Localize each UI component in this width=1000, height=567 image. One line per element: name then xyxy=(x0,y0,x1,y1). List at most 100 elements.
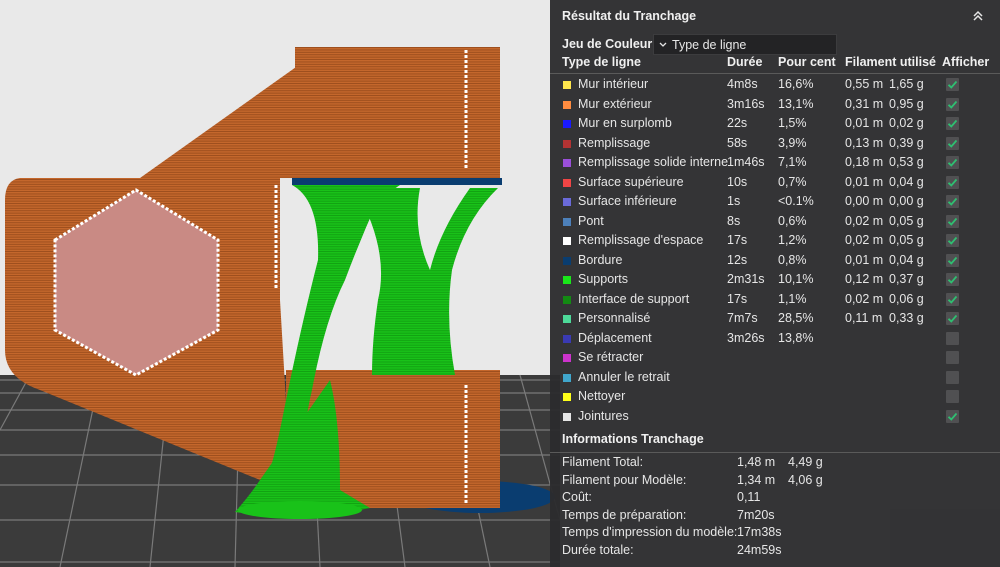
info-value: 24m59s xyxy=(737,542,782,557)
table-row: Mur en surplomb 22s 1,5% 0,01 m 0,02 g xyxy=(550,114,1000,134)
duration-cell: 3m26s xyxy=(727,330,765,345)
header-percent: Pour cent xyxy=(778,55,836,69)
show-checkbox[interactable] xyxy=(946,214,959,228)
show-checkbox[interactable] xyxy=(946,351,959,364)
chevron-down-icon xyxy=(654,41,672,49)
filament-weight-cell: 0,00 g xyxy=(889,194,924,208)
table-row: Personnalisé 7m7s 28,5% 0,11 m 0,33 g xyxy=(550,309,1000,329)
checkmark-icon xyxy=(947,275,958,284)
show-checkbox[interactable] xyxy=(946,117,959,130)
line-type-table: Mur intérieur 4m8s 16,6% 0,55 m 1,65 g Mur ex… xyxy=(550,75,1000,426)
percent-cell: 28,5% xyxy=(778,311,814,325)
percent-cell: 13,1% xyxy=(778,96,814,111)
color-swatch xyxy=(563,198,571,206)
show-checkbox[interactable] xyxy=(946,331,959,345)
show-checkbox[interactable] xyxy=(946,409,959,423)
table-row: Déplacement 3m26s 13,8% xyxy=(550,329,1000,349)
duration-cell: 22s xyxy=(727,116,748,130)
color-swatch xyxy=(563,139,571,148)
checkmark-icon xyxy=(947,295,958,304)
info-label: Filament Total: xyxy=(562,455,644,469)
info-row: Temps de préparation: 7m20s xyxy=(550,507,1000,525)
color-swatch xyxy=(563,393,571,401)
slice-result-panel: Résultat du Tranchage Jeu de Couleur Typ… xyxy=(550,0,1000,567)
color-swatch xyxy=(563,159,571,167)
color-swatch xyxy=(563,237,571,245)
show-checkbox[interactable] xyxy=(946,175,959,189)
color-swatch xyxy=(563,120,571,128)
show-checkbox[interactable] xyxy=(946,370,959,384)
filament-weight-cell: 0,02 g xyxy=(889,116,924,130)
filament-weight-cell: 0,39 g xyxy=(889,135,924,150)
color-swatch xyxy=(563,373,571,382)
checkmark-icon xyxy=(947,100,958,109)
filament-length-cell: 0,31 m xyxy=(845,96,884,111)
table-row: Jointures xyxy=(550,407,1000,427)
color-scheme-dropdown[interactable]: Type de ligne xyxy=(653,34,837,55)
panel-title: Résultat du Tranchage xyxy=(562,9,697,23)
line-type-name: Surface supérieure xyxy=(578,174,684,189)
color-swatch xyxy=(563,100,571,109)
show-checkbox[interactable] xyxy=(946,156,959,169)
header-filament: Filament utilisé xyxy=(845,55,936,69)
filament-weight-cell: 0,04 g xyxy=(889,252,924,267)
color-swatch xyxy=(563,295,571,304)
line-type-name: Mur intérieur xyxy=(578,77,649,91)
table-row: Se rétracter xyxy=(550,348,1000,368)
collapse-button[interactable] xyxy=(968,7,988,25)
filament-weight-cell: 0,37 g xyxy=(889,272,924,286)
info-row: Temps d'impression du modèle: 17m38s xyxy=(550,524,1000,542)
info-value-secondary: 4,49 g xyxy=(788,455,823,469)
show-checkbox[interactable] xyxy=(946,390,959,403)
color-swatch xyxy=(563,334,571,343)
show-checkbox[interactable] xyxy=(946,195,959,208)
filament-length-cell: 0,00 m xyxy=(845,194,884,208)
info-label: Coût: xyxy=(562,490,592,505)
info-label: Durée totale: xyxy=(562,542,634,557)
filament-weight-cell: 0,95 g xyxy=(889,96,924,111)
checkmark-icon xyxy=(947,412,958,421)
color-swatch xyxy=(563,276,571,284)
line-type-name: Se rétracter xyxy=(578,350,644,364)
table-row: Surface supérieure 10s 0,7% 0,01 m 0,04 g xyxy=(550,173,1000,193)
filament-length-cell: 0,02 m xyxy=(845,213,884,228)
show-checkbox[interactable] xyxy=(946,253,959,267)
line-type-name: Pont xyxy=(578,213,604,228)
color-swatch xyxy=(563,178,571,187)
color-scheme-label: Jeu de Couleur xyxy=(562,37,653,51)
chevron-up-double-icon xyxy=(973,10,983,21)
percent-cell: 0,7% xyxy=(778,174,807,189)
percent-cell: 16,6% xyxy=(778,77,814,91)
color-swatch xyxy=(563,412,571,421)
checkmark-icon xyxy=(947,314,958,323)
line-type-name: Jointures xyxy=(578,408,629,423)
table-row: Annuler le retrait xyxy=(550,368,1000,388)
info-value: 1,34 m xyxy=(737,472,776,487)
filament-weight-cell: 0,05 g xyxy=(889,233,924,247)
show-checkbox[interactable] xyxy=(946,136,959,150)
duration-cell: 17s xyxy=(727,291,748,306)
show-checkbox[interactable] xyxy=(946,97,959,111)
filament-weight-cell: 0,04 g xyxy=(889,174,924,189)
line-type-table-header: Type de ligne Durée Pour cent Filament u… xyxy=(550,55,1000,74)
info-label: Temps de préparation: xyxy=(562,507,687,522)
table-row: Surface inférieure 1s <0.1% 0,00 m 0,00 g xyxy=(550,192,1000,212)
table-row: Mur extérieur 3m16s 13,1% 0,31 m 0,95 g xyxy=(550,95,1000,115)
show-checkbox[interactable] xyxy=(946,78,959,91)
filament-weight-cell: 0,33 g xyxy=(889,311,924,325)
duration-cell: 3m16s xyxy=(727,96,765,111)
checkmark-icon xyxy=(947,158,958,167)
table-row: Interface de support 17s 1,1% 0,02 m 0,06 g xyxy=(550,290,1000,310)
percent-cell: 7,1% xyxy=(778,155,807,169)
color-scheme-value: Type de ligne xyxy=(672,37,747,52)
info-label: Filament pour Modèle: xyxy=(562,472,687,487)
percent-cell: <0.1% xyxy=(778,194,814,208)
show-checkbox[interactable] xyxy=(946,312,959,325)
show-checkbox[interactable] xyxy=(946,234,959,247)
table-row: Mur intérieur 4m8s 16,6% 0,55 m 1,65 g xyxy=(550,75,1000,95)
percent-cell: 1,1% xyxy=(778,291,807,306)
filament-length-cell: 0,01 m xyxy=(845,252,884,267)
show-checkbox[interactable] xyxy=(946,292,959,306)
show-checkbox[interactable] xyxy=(946,273,959,286)
table-row: Nettoyer xyxy=(550,387,1000,407)
